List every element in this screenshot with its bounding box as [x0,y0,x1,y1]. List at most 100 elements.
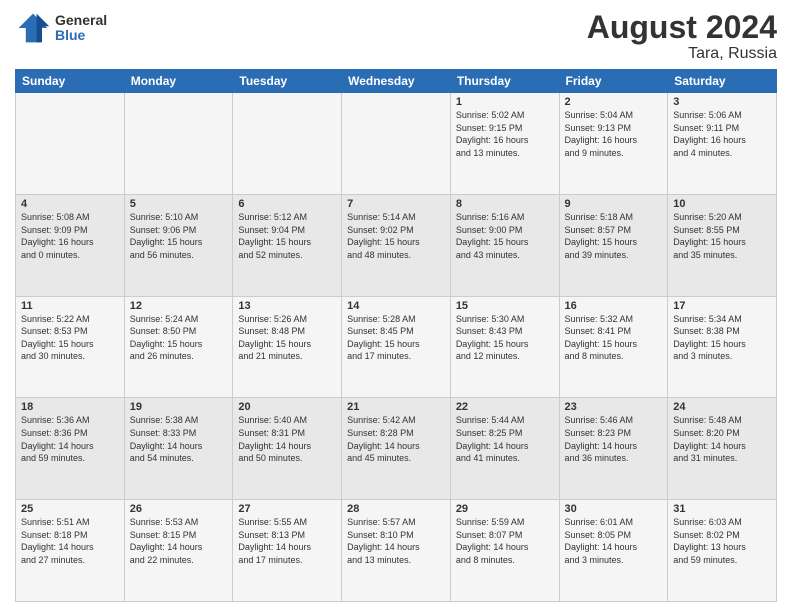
day-number: 4 [21,198,119,210]
day-info: Sunrise: 5:16 AM Sunset: 9:00 PM Dayligh… [456,211,554,261]
week-row-0: 1Sunrise: 5:02 AM Sunset: 9:15 PM Daylig… [16,93,777,195]
day-number: 9 [565,198,663,210]
day-info: Sunrise: 5:22 AM Sunset: 8:53 PM Dayligh… [21,313,119,363]
day-cell: 4Sunrise: 5:08 AM Sunset: 9:09 PM Daylig… [16,194,125,296]
day-cell: 18Sunrise: 5:36 AM Sunset: 8:36 PM Dayli… [16,398,125,500]
day-info: Sunrise: 5:26 AM Sunset: 8:48 PM Dayligh… [238,313,336,363]
day-number: 24 [673,401,771,413]
day-info: Sunrise: 5:28 AM Sunset: 8:45 PM Dayligh… [347,313,445,363]
day-cell: 21Sunrise: 5:42 AM Sunset: 8:28 PM Dayli… [342,398,451,500]
day-number: 25 [21,503,119,515]
day-number: 28 [347,503,445,515]
day-number: 5 [130,198,228,210]
day-cell [16,93,125,195]
day-number: 18 [21,401,119,413]
day-cell: 5Sunrise: 5:10 AM Sunset: 9:06 PM Daylig… [124,194,233,296]
day-number: 10 [673,198,771,210]
week-row-4: 25Sunrise: 5:51 AM Sunset: 8:18 PM Dayli… [16,500,777,602]
day-header-sunday: Sunday [16,70,125,93]
day-info: Sunrise: 5:04 AM Sunset: 9:13 PM Dayligh… [565,109,663,159]
day-number: 16 [565,300,663,312]
day-cell: 1Sunrise: 5:02 AM Sunset: 9:15 PM Daylig… [450,93,559,195]
day-info: Sunrise: 5:34 AM Sunset: 8:38 PM Dayligh… [673,313,771,363]
day-info: Sunrise: 5:57 AM Sunset: 8:10 PM Dayligh… [347,516,445,566]
day-cell: 31Sunrise: 6:03 AM Sunset: 8:02 PM Dayli… [668,500,777,602]
day-number: 7 [347,198,445,210]
day-cell: 16Sunrise: 5:32 AM Sunset: 8:41 PM Dayli… [559,296,668,398]
day-cell [233,93,342,195]
logo-general: General [55,13,107,28]
day-info: Sunrise: 5:18 AM Sunset: 8:57 PM Dayligh… [565,211,663,261]
day-info: Sunrise: 5:30 AM Sunset: 8:43 PM Dayligh… [456,313,554,363]
month-title: August 2024 [587,10,777,45]
day-cell: 10Sunrise: 5:20 AM Sunset: 8:55 PM Dayli… [668,194,777,296]
day-cell: 2Sunrise: 5:04 AM Sunset: 9:13 PM Daylig… [559,93,668,195]
day-info: Sunrise: 5:46 AM Sunset: 8:23 PM Dayligh… [565,414,663,464]
day-number: 11 [21,300,119,312]
day-number: 26 [130,503,228,515]
day-number: 30 [565,503,663,515]
day-cell [124,93,233,195]
logo-blue: Blue [55,28,107,43]
day-number: 15 [456,300,554,312]
day-cell: 27Sunrise: 5:55 AM Sunset: 8:13 PM Dayli… [233,500,342,602]
day-info: Sunrise: 5:20 AM Sunset: 8:55 PM Dayligh… [673,211,771,261]
day-cell: 20Sunrise: 5:40 AM Sunset: 8:31 PM Dayli… [233,398,342,500]
day-info: Sunrise: 5:06 AM Sunset: 9:11 PM Dayligh… [673,109,771,159]
location: Tara, Russia [587,45,777,63]
day-info: Sunrise: 5:53 AM Sunset: 8:15 PM Dayligh… [130,516,228,566]
day-cell: 19Sunrise: 5:38 AM Sunset: 8:33 PM Dayli… [124,398,233,500]
day-number: 23 [565,401,663,413]
day-cell: 7Sunrise: 5:14 AM Sunset: 9:02 PM Daylig… [342,194,451,296]
calendar-table: SundayMondayTuesdayWednesdayThursdayFrid… [15,69,777,602]
day-number: 31 [673,503,771,515]
week-row-3: 18Sunrise: 5:36 AM Sunset: 8:36 PM Dayli… [16,398,777,500]
day-info: Sunrise: 5:10 AM Sunset: 9:06 PM Dayligh… [130,211,228,261]
page: General Blue August 2024 Tara, Russia Su… [0,0,792,612]
day-header-thursday: Thursday [450,70,559,93]
day-number: 12 [130,300,228,312]
day-cell: 8Sunrise: 5:16 AM Sunset: 9:00 PM Daylig… [450,194,559,296]
logo-text: General Blue [55,13,107,44]
day-header-monday: Monday [124,70,233,93]
day-cell: 28Sunrise: 5:57 AM Sunset: 8:10 PM Dayli… [342,500,451,602]
header: General Blue August 2024 Tara, Russia [15,10,777,63]
logo-icon [15,10,51,46]
day-number: 22 [456,401,554,413]
day-header-saturday: Saturday [668,70,777,93]
day-cell: 12Sunrise: 5:24 AM Sunset: 8:50 PM Dayli… [124,296,233,398]
day-info: Sunrise: 6:01 AM Sunset: 8:05 PM Dayligh… [565,516,663,566]
day-number: 17 [673,300,771,312]
day-number: 1 [456,96,554,108]
day-number: 20 [238,401,336,413]
day-cell: 26Sunrise: 5:53 AM Sunset: 8:15 PM Dayli… [124,500,233,602]
day-info: Sunrise: 5:48 AM Sunset: 8:20 PM Dayligh… [673,414,771,464]
day-cell: 15Sunrise: 5:30 AM Sunset: 8:43 PM Dayli… [450,296,559,398]
title-section: August 2024 Tara, Russia [587,10,777,63]
day-cell: 9Sunrise: 5:18 AM Sunset: 8:57 PM Daylig… [559,194,668,296]
day-cell: 24Sunrise: 5:48 AM Sunset: 8:20 PM Dayli… [668,398,777,500]
day-info: Sunrise: 5:38 AM Sunset: 8:33 PM Dayligh… [130,414,228,464]
day-cell: 25Sunrise: 5:51 AM Sunset: 8:18 PM Dayli… [16,500,125,602]
day-header-tuesday: Tuesday [233,70,342,93]
day-info: Sunrise: 5:14 AM Sunset: 9:02 PM Dayligh… [347,211,445,261]
day-cell: 23Sunrise: 5:46 AM Sunset: 8:23 PM Dayli… [559,398,668,500]
day-number: 29 [456,503,554,515]
day-number: 8 [456,198,554,210]
day-number: 2 [565,96,663,108]
day-cell: 6Sunrise: 5:12 AM Sunset: 9:04 PM Daylig… [233,194,342,296]
day-info: Sunrise: 5:55 AM Sunset: 8:13 PM Dayligh… [238,516,336,566]
day-number: 3 [673,96,771,108]
day-info: Sunrise: 5:24 AM Sunset: 8:50 PM Dayligh… [130,313,228,363]
day-number: 14 [347,300,445,312]
day-number: 21 [347,401,445,413]
logo: General Blue [15,10,107,46]
day-info: Sunrise: 5:42 AM Sunset: 8:28 PM Dayligh… [347,414,445,464]
day-info: Sunrise: 5:08 AM Sunset: 9:09 PM Dayligh… [21,211,119,261]
day-cell: 29Sunrise: 5:59 AM Sunset: 8:07 PM Dayli… [450,500,559,602]
day-header-friday: Friday [559,70,668,93]
day-cell: 30Sunrise: 6:01 AM Sunset: 8:05 PM Dayli… [559,500,668,602]
day-info: Sunrise: 5:51 AM Sunset: 8:18 PM Dayligh… [21,516,119,566]
week-row-1: 4Sunrise: 5:08 AM Sunset: 9:09 PM Daylig… [16,194,777,296]
day-cell: 22Sunrise: 5:44 AM Sunset: 8:25 PM Dayli… [450,398,559,500]
